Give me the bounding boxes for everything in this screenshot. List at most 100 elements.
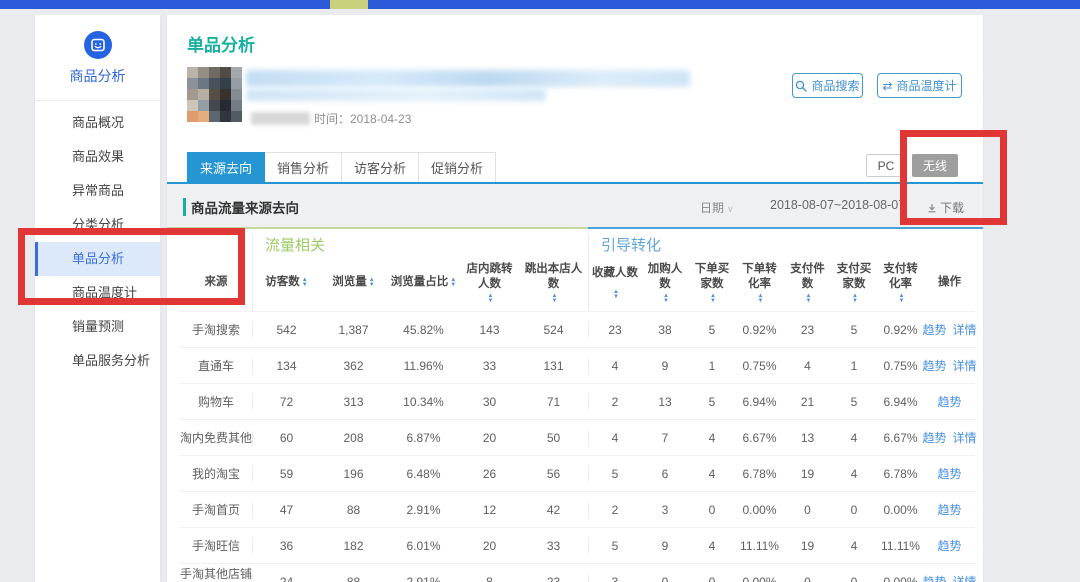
action-link-趋势[interactable]: 趋势 <box>922 573 946 582</box>
tab-访客分析[interactable]: 访客分析 <box>342 152 419 182</box>
sort-icon[interactable]: ▲▼ <box>450 278 456 288</box>
table-row-手淘其他店铺商品: 手淘其他店铺商品24882.91%8233000.00%000.00%趋势详情 <box>180 563 975 582</box>
table-row-淘内免费其他: 淘内免费其他602086.87%20504746.67%1346.67%趋势详情 <box>180 419 975 455</box>
cell-value: 6 <box>641 467 689 481</box>
cell-value: 42 <box>519 503 588 517</box>
cell-value: 4 <box>831 467 877 481</box>
sidebar-item-商品温度计[interactable]: 商品温度计 <box>35 276 160 310</box>
top-bar-tab-notch <box>330 0 368 9</box>
sidebar-item-商品概况[interactable]: 商品概况 <box>35 106 160 140</box>
column-header-浏览量[interactable]: 浏览量▲▼ <box>320 255 387 311</box>
action-link-趋势[interactable]: 趋势 <box>937 393 961 410</box>
table-row-手淘首页: 手淘首页47882.91%12422300.00%000.00%趋势 <box>180 491 975 527</box>
download-label: 下载 <box>940 199 964 216</box>
cell-value: 9 <box>641 539 689 553</box>
sort-icon[interactable]: ▲▼ <box>758 294 764 304</box>
toggle-pc[interactable]: PC <box>866 154 906 177</box>
cell-value: 10.34% <box>387 395 460 409</box>
sidebar-item-异常商品[interactable]: 异常商品 <box>35 174 160 208</box>
action-link-详情[interactable]: 详情 <box>953 357 977 374</box>
sidebar-item-单品分析[interactable]: 单品分析 <box>35 242 160 276</box>
sort-icon[interactable]: ▲▼ <box>613 290 619 300</box>
sort-icon[interactable]: ▲▼ <box>806 294 812 304</box>
search-icon <box>795 80 807 92</box>
table-row-手淘旺信: 手淘旺信361826.01%203359411.11%19411.11%趋势 <box>180 527 975 563</box>
cell-value: 6.48% <box>387 467 460 481</box>
column-header-下单转化率[interactable]: 下单转化率▲▼ <box>735 255 784 311</box>
cell-value: 9 <box>641 359 689 373</box>
cell-value: 5 <box>588 539 641 553</box>
cell-value: 71 <box>519 395 588 409</box>
table-row-直通车: 直通车13436211.96%331314910.75%410.75%趋势详情 <box>180 347 975 383</box>
cell-value: 0.75% <box>735 359 784 373</box>
column-header-收藏人数[interactable]: 收藏人数▲▼ <box>588 255 641 311</box>
table-body: 手淘搜索5421,38745.82%143524233850.92%2350.9… <box>180 311 975 582</box>
product-thermometer-button[interactable]: ⇄ 商品温度计 <box>877 73 962 98</box>
toggle-wireless[interactable]: 无线 <box>912 154 958 177</box>
column-header-店内跳转人数[interactable]: 店内跳转人数▲▼ <box>460 255 519 311</box>
cell-actions: 趋势 <box>924 501 975 518</box>
cell-value: 23 <box>588 323 641 337</box>
sidebar-item-销量预测[interactable]: 销量预测 <box>35 310 160 344</box>
sort-icon[interactable]: ▲▼ <box>710 294 716 304</box>
sidebar-item-商品效果[interactable]: 商品效果 <box>35 140 160 174</box>
cell-value: 0 <box>641 575 689 582</box>
table-row-购物车: 购物车7231310.34%307121356.94%2156.94%趋势 <box>180 383 975 419</box>
action-link-详情[interactable]: 详情 <box>953 429 977 446</box>
cell-value: 313 <box>320 395 387 409</box>
cell-value: 3 <box>641 503 689 517</box>
sort-icon[interactable]: ▲▼ <box>488 294 494 304</box>
sidebar-item-单品服务分析[interactable]: 单品服务分析 <box>35 344 160 378</box>
column-header-加购人数[interactable]: 加购人数▲▼ <box>641 255 689 311</box>
date-range-value[interactable]: 2018-08-07~2018-08-07 <box>770 198 905 212</box>
action-link-趋势[interactable]: 趋势 <box>937 465 961 482</box>
cell-value: 0.92% <box>877 323 924 337</box>
sort-icon[interactable]: ▲▼ <box>552 294 558 304</box>
action-link-趋势[interactable]: 趋势 <box>937 501 961 518</box>
sort-icon[interactable]: ▲▼ <box>899 294 905 304</box>
cell-value: 19 <box>784 467 831 481</box>
column-header-跳出本店人数[interactable]: 跳出本店人数▲▼ <box>519 255 588 311</box>
column-header-访客数[interactable]: 访客数▲▼ <box>252 255 320 311</box>
product-search-button[interactable]: 商品搜索 <box>792 73 863 98</box>
cell-value: 21 <box>784 395 831 409</box>
cell-value: 4 <box>831 431 877 445</box>
tab-促销分析[interactable]: 促销分析 <box>419 152 496 182</box>
column-header-来源: 来源 <box>180 255 252 311</box>
column-header-下单买家数[interactable]: 下单买家数▲▼ <box>689 255 735 311</box>
sort-icon[interactable]: ▲▼ <box>302 278 308 288</box>
column-header-支付买家数[interactable]: 支付买家数▲▼ <box>831 255 877 311</box>
tab-销售分析[interactable]: 销售分析 <box>265 152 342 182</box>
action-link-详情[interactable]: 详情 <box>953 573 977 582</box>
column-header-浏览量占比[interactable]: 浏览量占比▲▼ <box>387 255 460 311</box>
sidebar-item-分类分析[interactable]: 分类分析 <box>35 208 160 242</box>
download-button[interactable]: 下载 <box>927 199 964 216</box>
date-dropdown[interactable]: 日期∨ <box>700 199 734 216</box>
cell-value: 60 <box>252 431 320 445</box>
cell-value: 6.01% <box>387 539 460 553</box>
cell-value: 4 <box>784 359 831 373</box>
cell-value: 30 <box>460 395 519 409</box>
action-link-趋势[interactable]: 趋势 <box>937 537 961 554</box>
column-header-支付件数[interactable]: 支付件数▲▼ <box>784 255 831 311</box>
column-header-操作: 操作 <box>924 255 975 311</box>
column-header-支付转化率[interactable]: 支付转化率▲▼ <box>877 255 924 311</box>
sidebar-brand: 商品分析 <box>35 15 160 86</box>
sort-icon[interactable]: ▲▼ <box>663 294 669 304</box>
cell-value: 0 <box>784 575 831 582</box>
action-link-趋势[interactable]: 趋势 <box>922 429 946 446</box>
sort-icon[interactable]: ▲▼ <box>369 278 375 288</box>
cell-actions: 趋势详情 <box>924 573 975 582</box>
cell-value: 131 <box>519 359 588 373</box>
action-link-趋势[interactable]: 趋势 <box>922 357 946 374</box>
tab-来源去向[interactable]: 来源去向 <box>187 152 265 182</box>
main-panel: 单品分析 时间：2018-04-23 商品搜索 ⇄ 商品温度计 来源去向销售分析… <box>167 15 983 582</box>
cell-value: 45.82% <box>387 323 460 337</box>
release-date-text: 时间：2018-04-23 <box>314 110 411 127</box>
table-row-我的淘宝: 我的淘宝591966.48%26565646.78%1946.78%趋势 <box>180 455 975 491</box>
cell-value: 4 <box>831 539 877 553</box>
action-link-趋势[interactable]: 趋势 <box>922 321 946 338</box>
cell-value: 59 <box>252 467 320 481</box>
sort-icon[interactable]: ▲▼ <box>852 294 858 304</box>
action-link-详情[interactable]: 详情 <box>953 321 977 338</box>
